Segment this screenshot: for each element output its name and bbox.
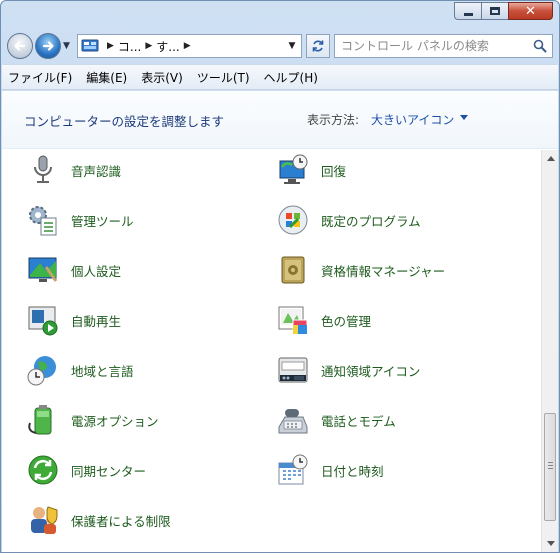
breadcrumb-separator-icon: ▶ xyxy=(107,41,114,51)
breadcrumb-item[interactable]: す... xyxy=(156,38,179,55)
menu-tools[interactable]: ツール(T) xyxy=(197,69,250,86)
search-box[interactable] xyxy=(334,34,553,58)
item-date-and-time[interactable]: 日付と時刻 xyxy=(276,450,384,490)
close-button[interactable]: ✕ xyxy=(508,2,553,20)
arrow-left-icon xyxy=(14,41,26,51)
close-icon: ✕ xyxy=(525,3,536,19)
item-region-and-language[interactable]: 地域と言語 xyxy=(26,350,134,390)
control-panel-window: ✕ ▼ ▶ コ... ▶ す... ▶ ▼ コントロール パネルの検索 ファイル… xyxy=(0,0,560,553)
item-label: 電話とモデム xyxy=(321,413,396,429)
default-programs-icon xyxy=(276,203,310,237)
item-label: 電源オプション xyxy=(71,413,159,429)
admin-tools-icon xyxy=(26,203,60,237)
phone-modem-icon xyxy=(276,403,310,437)
item-power-options[interactable]: 電源オプション xyxy=(26,400,159,440)
menu-file[interactable]: ファイル(F) xyxy=(8,69,72,86)
item-sync-center[interactable]: 同期センター xyxy=(26,450,146,490)
item-label: 地域と言語 xyxy=(71,363,134,379)
maximize-button[interactable] xyxy=(481,2,508,20)
search-icon[interactable] xyxy=(533,39,547,53)
item-label: 回復 xyxy=(321,163,347,179)
content-header: コンピューターの設定を調整します 表示方法: 大きいアイコン xyxy=(2,91,558,149)
battery-icon xyxy=(26,403,60,437)
item-administrative-tools[interactable]: 管理ツール xyxy=(26,200,134,240)
sync-icon xyxy=(26,453,60,487)
view-by-label: 表示方法: xyxy=(307,113,360,127)
item-label: 音声認識 xyxy=(71,163,122,179)
item-default-programs[interactable]: 既定のプログラム xyxy=(276,200,421,240)
microphone-icon xyxy=(26,153,60,187)
minimize-icon xyxy=(463,13,473,16)
menu-bar: ファイル(F) 編集(E) 表示(V) ツール(T) ヘルプ(H) xyxy=(2,64,558,90)
control-panel-icon xyxy=(81,39,99,52)
control-panel-items: 音声認識 管理ツール 個人設定 自動再生 地域と言語 電源オプション 同期センタ… xyxy=(2,150,540,552)
parental-controls-icon xyxy=(26,503,60,537)
item-phone-and-modem[interactable]: 電話とモデム xyxy=(276,400,396,440)
caption-buttons: ✕ xyxy=(454,2,553,20)
grip-icon xyxy=(548,462,553,471)
breadcrumb-item[interactable]: コ... xyxy=(118,38,141,55)
globe-clock-icon xyxy=(26,353,60,387)
content-pane: コンピューターの設定を調整します 表示方法: 大きいアイコン 音声認識 管理ツー… xyxy=(2,91,558,552)
item-color-management[interactable]: 色の管理 xyxy=(276,300,371,340)
item-label: 個人設定 xyxy=(71,263,122,279)
personalization-icon xyxy=(26,253,60,287)
scroll-down-button[interactable] xyxy=(542,535,559,552)
notification-area-icon xyxy=(276,353,310,387)
scroll-down-icon xyxy=(546,541,555,546)
item-label: 保護者による制限 xyxy=(71,513,171,529)
color-management-icon xyxy=(276,303,310,337)
page-title: コンピューターの設定を調整します xyxy=(24,114,225,129)
menu-help[interactable]: ヘルプ(H) xyxy=(264,69,318,86)
item-notification-area-icons[interactable]: 通知領域アイコン xyxy=(276,350,420,390)
calendar-clock-icon xyxy=(276,453,310,487)
forward-button[interactable] xyxy=(35,33,61,59)
address-dropdown-button[interactable]: ▼ xyxy=(283,35,301,57)
address-bar[interactable]: ▶ コ... ▶ す... ▶ ▼ xyxy=(77,34,302,58)
breadcrumb-separator-icon[interactable]: ▶ xyxy=(184,41,191,51)
menu-edit[interactable]: 編集(E) xyxy=(86,69,127,86)
item-parental-controls[interactable]: 保護者による制限 xyxy=(26,500,171,540)
view-by-dropdown[interactable]: 大きいアイコン xyxy=(371,111,454,128)
refresh-icon xyxy=(312,40,324,52)
item-label: 資格情報マネージャー xyxy=(321,263,446,279)
chevron-down-icon[interactable] xyxy=(460,115,468,120)
item-label: 通知領域アイコン xyxy=(321,363,421,379)
scroll-up-icon xyxy=(546,156,555,161)
item-autoplay[interactable]: 自動再生 xyxy=(26,300,121,340)
item-label: 同期センター xyxy=(71,463,147,479)
vault-icon xyxy=(276,253,310,287)
minimize-button[interactable] xyxy=(454,2,481,20)
item-recovery[interactable]: 回復 xyxy=(276,150,346,190)
menu-view[interactable]: 表示(V) xyxy=(141,69,183,86)
item-speech-recognition[interactable]: 音声認識 xyxy=(26,150,121,190)
maximize-icon xyxy=(490,7,500,15)
recovery-icon xyxy=(276,153,310,187)
recent-pages-dropdown[interactable]: ▼ xyxy=(63,41,73,51)
breadcrumb-separator-icon[interactable]: ▶ xyxy=(145,41,152,51)
navigation-bar: ▼ ▶ コ... ▶ す... ▶ ▼ xyxy=(7,30,553,62)
back-button[interactable] xyxy=(7,33,33,59)
autoplay-icon xyxy=(26,303,60,337)
search-input[interactable] xyxy=(341,39,531,53)
item-label: 管理ツール xyxy=(71,213,134,229)
item-label: 日付と時刻 xyxy=(321,463,384,479)
item-label: 自動再生 xyxy=(71,313,122,329)
scrollbar-thumb[interactable] xyxy=(544,413,556,521)
scroll-up-button[interactable] xyxy=(542,150,559,167)
refresh-button[interactable] xyxy=(306,34,330,58)
item-personalization[interactable]: 個人設定 xyxy=(26,250,121,290)
arrow-right-icon xyxy=(42,41,54,51)
vertical-scrollbar[interactable] xyxy=(541,150,558,552)
item-label: 既定のプログラム xyxy=(321,213,421,229)
item-label: 色の管理 xyxy=(321,313,372,329)
item-credential-manager[interactable]: 資格情報マネージャー xyxy=(276,250,445,290)
